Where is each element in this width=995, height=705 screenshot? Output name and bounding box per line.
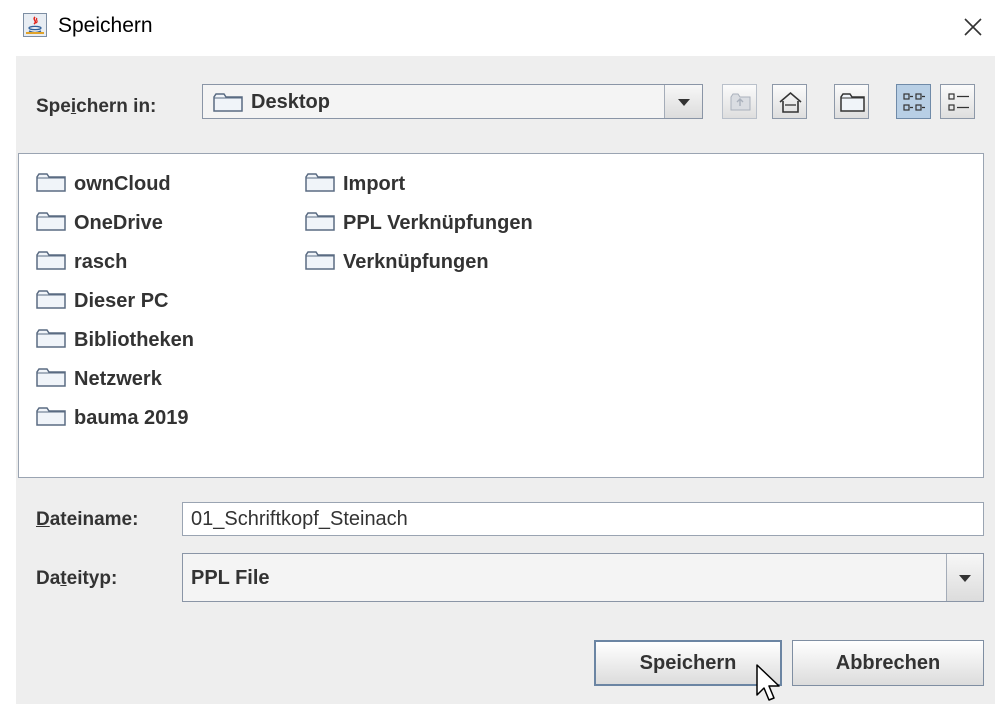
file-list-item-label: Bibliotheken bbox=[74, 329, 195, 351]
lookin-combo[interactable]: Desktop bbox=[202, 84, 703, 119]
details-view-toggle[interactable] bbox=[940, 84, 975, 119]
close-button[interactable] bbox=[955, 8, 991, 44]
file-list-item-label: bauma 2019 bbox=[74, 407, 189, 429]
new-folder-icon bbox=[840, 93, 865, 112]
mouse-cursor-icon bbox=[756, 664, 780, 701]
lookin-dropdown-button[interactable] bbox=[664, 85, 702, 118]
filetype-value: PPL File bbox=[191, 567, 270, 589]
chevron-down-icon bbox=[959, 575, 971, 582]
folder-icon bbox=[36, 251, 66, 270]
file-list-item-label: Dieser PC bbox=[74, 290, 169, 312]
list-view-toggle[interactable] bbox=[896, 84, 931, 119]
details-view-icon bbox=[948, 93, 969, 111]
cancel-button[interactable]: Abbrechen bbox=[792, 640, 984, 686]
filename-label: Dateiname: bbox=[36, 509, 139, 530]
folder-icon bbox=[305, 212, 335, 231]
title-bar: Speichern bbox=[0, 0, 995, 56]
up-folder-button[interactable] bbox=[722, 84, 757, 119]
file-list-item-label: Import bbox=[343, 173, 406, 195]
filetype-combo[interactable]: PPL File bbox=[182, 553, 984, 602]
file-list-item-label: Verknüpfungen bbox=[343, 251, 489, 273]
window-title: Speichern bbox=[58, 14, 153, 37]
filetype-dropdown-button[interactable] bbox=[946, 554, 983, 601]
file-list-item-label: PPL Verknüpfungen bbox=[343, 212, 533, 234]
home-icon bbox=[779, 91, 802, 113]
filename-field[interactable] bbox=[182, 502, 984, 536]
chevron-down-icon bbox=[678, 99, 690, 106]
lookin-label: Speichern in: bbox=[36, 96, 157, 117]
file-list-item-label: Netzwerk bbox=[74, 368, 162, 390]
folder-icon bbox=[36, 173, 66, 192]
folder-icon bbox=[305, 251, 335, 270]
lookin-value: Desktop bbox=[251, 91, 330, 113]
folder-icon bbox=[213, 93, 243, 112]
close-icon bbox=[964, 18, 982, 36]
save-button[interactable]: Speichern bbox=[594, 640, 782, 686]
filetype-label: Dateityp: bbox=[36, 568, 118, 589]
folder-icon bbox=[36, 329, 66, 348]
folder-icon bbox=[36, 407, 66, 426]
file-list-item-label: rasch bbox=[74, 251, 128, 273]
up-folder-icon bbox=[730, 93, 751, 111]
file-list-item-label: ownCloud bbox=[74, 173, 171, 195]
list-view-icon bbox=[903, 93, 925, 111]
folder-icon bbox=[36, 290, 66, 309]
folder-icon bbox=[305, 173, 335, 192]
filename-input[interactable] bbox=[183, 503, 983, 535]
java-app-icon bbox=[23, 13, 47, 37]
home-button[interactable] bbox=[772, 84, 807, 119]
new-folder-button[interactable] bbox=[834, 84, 869, 119]
folder-icon bbox=[36, 212, 66, 231]
folder-icon bbox=[36, 368, 66, 387]
file-list[interactable]: ownCloud OneDrive rasch Dieser PC Bibliothek… bbox=[18, 153, 984, 478]
file-list-item-label: OneDrive bbox=[74, 212, 163, 234]
